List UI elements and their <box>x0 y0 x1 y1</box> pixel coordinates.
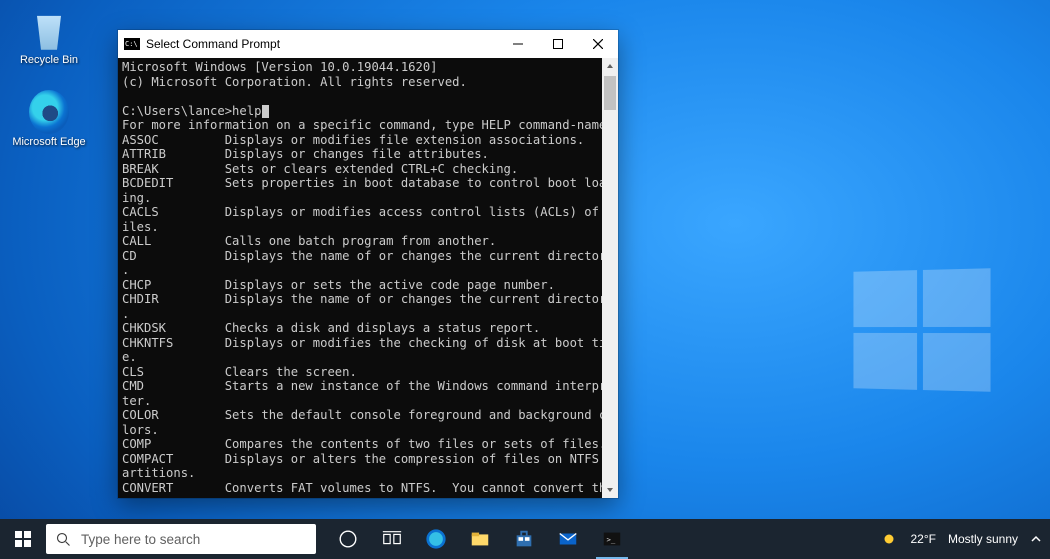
desktop-icon-label: Recycle Bin <box>12 54 86 67</box>
taskbar-store[interactable] <box>502 519 546 559</box>
weather-icon <box>880 530 898 548</box>
titlebar[interactable]: Select Command Prompt <box>118 30 618 58</box>
windows-icon <box>15 531 31 547</box>
recycle-bin-icon <box>29 8 69 52</box>
command-prompt-window[interactable]: Select Command Prompt Microsoft Windows … <box>118 30 618 498</box>
start-button[interactable] <box>0 519 46 559</box>
search-icon <box>56 532 71 547</box>
search-placeholder: Type here to search <box>81 532 200 547</box>
svg-text:>_: >_ <box>607 535 616 544</box>
windows-logo-wallpaper <box>853 268 990 392</box>
desktop-wallpaper[interactable]: Recycle Bin Microsoft Edge Select Comman… <box>0 0 1050 559</box>
desktop-icon-label: Microsoft Edge <box>12 136 86 149</box>
task-view-button[interactable] <box>370 519 414 559</box>
desktop-icon-edge[interactable]: Microsoft Edge <box>12 90 86 149</box>
desktop-icon-recycle-bin[interactable]: Recycle Bin <box>12 8 86 67</box>
scrollbar[interactable] <box>602 58 618 498</box>
tray-expand-icon[interactable] <box>1030 533 1042 545</box>
edge-icon <box>29 90 69 134</box>
cortana-button[interactable] <box>326 519 370 559</box>
scroll-thumb[interactable] <box>604 76 616 110</box>
system-tray: 22°F Mostly sunny <box>880 530 1050 548</box>
maximize-button[interactable] <box>538 30 578 58</box>
taskbar-cmd[interactable]: >_ <box>590 519 634 559</box>
scroll-up-button[interactable] <box>602 58 618 74</box>
weather-desc[interactable]: Mostly sunny <box>948 532 1018 546</box>
taskbar-file-explorer[interactable] <box>458 519 502 559</box>
cmd-icon <box>124 38 140 50</box>
taskbar: Type here to search >_ 22°F Mostly sunny <box>0 519 1050 559</box>
search-box[interactable]: Type here to search <box>46 524 316 554</box>
taskbar-mail[interactable] <box>546 519 590 559</box>
scroll-down-button[interactable] <box>602 482 618 498</box>
weather-temp[interactable]: 22°F <box>910 532 935 546</box>
window-title: Select Command Prompt <box>146 37 498 51</box>
minimize-button[interactable] <box>498 30 538 58</box>
terminal-cursor <box>262 105 269 118</box>
terminal-output[interactable]: Microsoft Windows [Version 10.0.19044.16… <box>118 58 602 498</box>
close-button[interactable] <box>578 30 618 58</box>
taskbar-edge[interactable] <box>414 519 458 559</box>
